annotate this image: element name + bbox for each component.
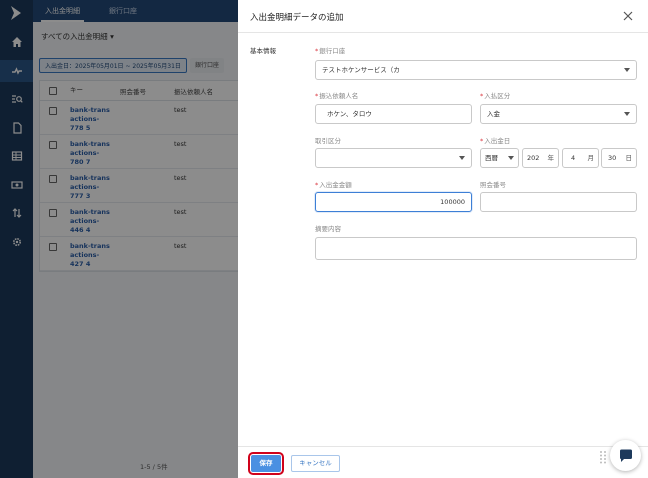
section-label-basic-info: 基本情報 bbox=[250, 47, 276, 55]
in-out-type-select[interactable]: 入金 bbox=[480, 104, 637, 124]
chevron-down-icon bbox=[459, 156, 465, 160]
day-unit-label: 日 bbox=[625, 154, 633, 162]
bank-account-select[interactable]: テストホケンサービス（カ bbox=[315, 60, 637, 80]
drag-handle-icon[interactable] bbox=[599, 450, 607, 464]
label-transaction-date: *入出金日 bbox=[480, 137, 511, 145]
year-input[interactable]: 202 年 bbox=[522, 148, 559, 168]
amount-input[interactable]: 100000 bbox=[315, 192, 472, 212]
chevron-down-icon bbox=[624, 112, 630, 116]
drawer-title: 入出金明細データの追加 bbox=[250, 13, 344, 23]
add-transaction-drawer: 入出金明細データの追加 基本情報 *銀行口座 テストホケンサービス（カ *振込依… bbox=[238, 0, 648, 478]
month-unit-label: 月 bbox=[587, 154, 595, 162]
memo-input[interactable] bbox=[315, 237, 637, 260]
payer-name-input[interactable]: ホケン、タロウ bbox=[315, 104, 472, 124]
label-in-out-type: *入払区分 bbox=[480, 92, 511, 100]
close-icon[interactable] bbox=[622, 10, 634, 22]
chevron-down-icon bbox=[508, 156, 514, 160]
label-memo: 摘要内容 bbox=[315, 225, 341, 233]
year-unit-label: 年 bbox=[547, 154, 555, 162]
era-select[interactable]: 西暦 bbox=[480, 148, 519, 168]
save-button[interactable]: 保存 bbox=[248, 452, 284, 475]
label-reference-number: 照会番号 bbox=[480, 181, 506, 189]
month-input[interactable]: 4月 bbox=[562, 148, 599, 168]
chat-icon bbox=[619, 449, 632, 462]
label-amount: *入出金金額 bbox=[315, 181, 352, 189]
label-bank-account: *銀行口座 bbox=[315, 47, 346, 55]
transaction-type-select[interactable] bbox=[315, 148, 472, 168]
header-divider bbox=[238, 32, 648, 33]
label-payer-name: *振込依頼人名 bbox=[315, 92, 359, 100]
chevron-down-icon bbox=[624, 68, 630, 72]
cancel-button[interactable]: キャンセル bbox=[291, 455, 340, 472]
chat-button[interactable] bbox=[610, 440, 641, 471]
footer-divider bbox=[238, 446, 648, 447]
day-input[interactable]: 30 日 bbox=[601, 148, 637, 168]
label-transaction-type: 取引区分 bbox=[315, 137, 341, 145]
reference-number-input[interactable] bbox=[480, 192, 637, 212]
